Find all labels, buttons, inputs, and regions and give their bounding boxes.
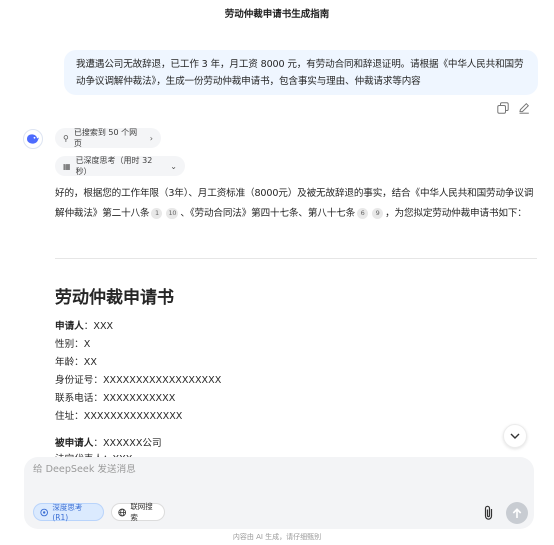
applicant-value: ：XXX: [83, 321, 114, 332]
respondent-value: ：XXXXXX公司: [93, 438, 162, 449]
paperclip-icon[interactable]: [482, 505, 496, 521]
document-title: 劳动仲裁申请书: [55, 288, 174, 308]
user-message-bubble: 我遭遇公司无故辞退，已工作 3 年，月工资 8000 元，有劳动合同和辞退证明。…: [64, 50, 538, 95]
phone-line: 联系电话：XXXXXXXXXXX: [55, 393, 176, 404]
web-search-toggle-label: 联网搜索: [130, 502, 153, 522]
disclaimer: 内容由 AI 生成，请仔细甄别: [232, 533, 322, 541]
divider: [55, 258, 537, 259]
edit-icon[interactable]: [518, 102, 531, 115]
send-button[interactable]: [506, 502, 528, 524]
address-line: 住址：XXXXXXXXXXXXXXX: [55, 411, 183, 422]
applicant-line: 申请人：XXX: [55, 318, 113, 332]
deep-think-icon: [40, 508, 48, 516]
id-number-line: 身份证号：XXXXXXXXXXXXXXXXXX: [55, 375, 222, 386]
search-icon: ⚲: [63, 133, 69, 143]
applicant-label: 申请人: [55, 321, 84, 332]
web-search-results-chip[interactable]: ⚲ 已搜索到 50 个网页 ›: [55, 128, 161, 148]
message-composer: 深度思考 (R1) 联网搜索: [24, 457, 534, 529]
arrow-up-icon: [512, 507, 522, 518]
chat-title: 劳动仲裁申请书生成指南: [224, 9, 330, 20]
scroll-down-button[interactable]: [503, 424, 527, 448]
deep-think-toggle[interactable]: 深度思考 (R1): [33, 503, 104, 522]
citation-badge[interactable]: 9: [372, 207, 384, 219]
assistant-intro: 好的，根据您的工作年限（3年）、月工资标准（8000元）及被无故辞退的事实，结合…: [55, 184, 537, 223]
chevron-down-icon: [510, 433, 520, 439]
globe-icon: [118, 508, 126, 516]
think-icon: ▦: [63, 161, 71, 171]
deepseek-whale-icon: [23, 129, 43, 149]
search-results-label: 已搜索到 50 个网页: [73, 128, 138, 148]
citation-badge[interactable]: 1: [151, 207, 163, 219]
gender-line: 性别：X: [55, 339, 91, 350]
deep-think-label: 已深度思考（用时 32 秒）: [75, 156, 153, 176]
deep-think-chip[interactable]: ▦ 已深度思考（用时 32 秒） ⌄: [55, 156, 185, 176]
intro-text-2: 、《劳动合同法》第四十七条、第八十七条: [180, 207, 356, 219]
message-input[interactable]: [33, 464, 433, 475]
copy-icon[interactable]: [497, 102, 510, 115]
message-actions: [497, 102, 531, 115]
deep-think-toggle-label: 深度思考 (R1): [52, 503, 83, 522]
chevron-right-icon: ›: [149, 133, 153, 143]
chevron-down-icon: ⌄: [170, 161, 177, 171]
web-search-toggle[interactable]: 联网搜索: [111, 502, 165, 522]
respondent-line: 被申请人：XXXXXX公司: [55, 435, 162, 449]
citation-badge[interactable]: 10: [166, 207, 179, 219]
intro-text-3: ，为您拟定劳动仲裁申请书如下：: [385, 207, 527, 219]
citation-badge[interactable]: 6: [357, 207, 369, 219]
age-line: 年龄：XX: [55, 357, 97, 368]
respondent-label: 被申请人: [55, 438, 94, 449]
